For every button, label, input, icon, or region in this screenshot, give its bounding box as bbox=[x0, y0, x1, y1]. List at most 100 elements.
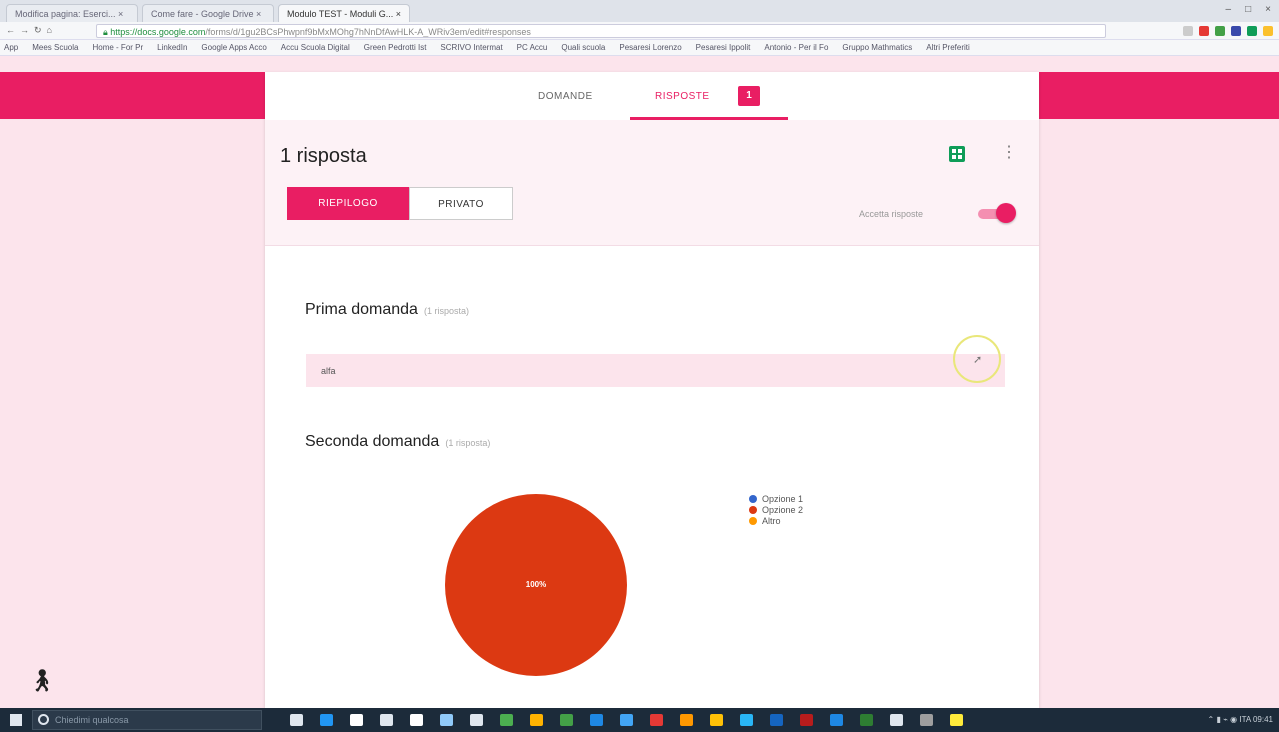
bookmark-item[interactable]: Mees Scuola bbox=[32, 43, 78, 52]
minimize-icon[interactable]: – bbox=[1226, 4, 1232, 15]
responses-header: 1 risposta ⋮ RIEPILOGO PRIVATO Accetta r… bbox=[265, 120, 1039, 246]
bookmark-item[interactable]: Quali scuola bbox=[561, 43, 605, 52]
form-card: DOMANDE RISPOSTE 1 1 risposta ⋮ RIEPILOG… bbox=[265, 72, 1039, 708]
accept-responses-label: Accetta risposte bbox=[859, 209, 924, 219]
extension-icon[interactable] bbox=[1247, 25, 1257, 36]
browser-tab-active[interactable]: Modulo TEST - Moduli G... × bbox=[278, 4, 410, 22]
browser-tab[interactable]: Come fare - Google Drive × bbox=[142, 4, 274, 22]
bookmark-item[interactable]: LinkedIn bbox=[157, 43, 187, 52]
individual-button[interactable]: PRIVATO bbox=[409, 187, 513, 220]
system-tray: ⌃ ▮ ⌁ ◉ ITA 09:41 bbox=[1207, 715, 1273, 724]
question-response-count: (1 risposta) bbox=[423, 306, 469, 316]
windows-start-icon[interactable] bbox=[10, 714, 22, 726]
bookmark-item[interactable]: Gruppo Mathmatics bbox=[842, 43, 912, 52]
legend-swatch bbox=[749, 506, 757, 514]
url-secure: https://docs.google.com bbox=[110, 27, 206, 37]
question-title-text: Prima domanda bbox=[305, 301, 418, 318]
responses-title: 1 risposta bbox=[280, 145, 367, 167]
reload-icon[interactable]: ↻ bbox=[34, 25, 47, 35]
taskbar-app-icon[interactable] bbox=[830, 714, 843, 726]
taskbar-search-input[interactable]: Chiedimi qualcosa bbox=[32, 710, 262, 730]
close-icon[interactable]: × bbox=[1265, 4, 1271, 15]
bookmark-item[interactable]: Green Pedrotti Ist bbox=[364, 43, 427, 52]
adblock-icon[interactable] bbox=[1199, 25, 1209, 36]
legend-item: Opzione 2 bbox=[749, 505, 803, 516]
home-icon[interactable]: ⌂ bbox=[47, 25, 57, 35]
taskbar-app-icon[interactable] bbox=[530, 714, 543, 726]
tab-responses[interactable]: RISPOSTE bbox=[655, 91, 710, 102]
summary-button[interactable]: RIEPILOGO bbox=[287, 187, 409, 220]
toggle-knob[interactable] bbox=[996, 203, 1016, 223]
question-title: Prima domanda (1 risposta) bbox=[305, 301, 469, 319]
browser-tab-strip: Modifica pagina: Eserci... × Come fare -… bbox=[0, 0, 1279, 22]
nav-buttons: ←→↻⌂ bbox=[6, 25, 57, 36]
extension-icons bbox=[1177, 25, 1273, 36]
taskbar-app-icon[interactable] bbox=[350, 714, 363, 726]
pie-chart: 100% bbox=[445, 494, 627, 676]
bookmark-item[interactable]: Accu Scuola Digital bbox=[281, 43, 350, 52]
bookmark-item[interactable]: Pesaresi Lorenzo bbox=[619, 43, 681, 52]
legend-label: Opzione 1 bbox=[762, 494, 804, 504]
bookmark-item[interactable]: Antonio - Per il Fo bbox=[764, 43, 828, 52]
question-response-count: (1 risposta) bbox=[445, 438, 491, 448]
url-path: /forms/d/1gu2BCsPhwpnf9bMxMOhg7hNnDfAwHL… bbox=[205, 27, 531, 37]
forward-icon[interactable]: → bbox=[20, 25, 34, 35]
legend-label: Altro bbox=[762, 516, 781, 526]
legend-label: Opzione 2 bbox=[762, 505, 804, 515]
legend-item: Altro bbox=[749, 516, 803, 527]
bookmark-item[interactable]: Pesaresi Ippolit bbox=[696, 43, 751, 52]
form-tabs: DOMANDE RISPOSTE 1 bbox=[265, 72, 1039, 120]
taskbar-app-icon[interactable] bbox=[290, 714, 303, 726]
maximize-icon[interactable]: □ bbox=[1245, 4, 1251, 15]
taskbar-app-icon[interactable] bbox=[620, 714, 633, 726]
taskbar-app-icon[interactable] bbox=[800, 714, 813, 726]
taskbar-app-icon[interactable] bbox=[320, 714, 333, 726]
legend-swatch bbox=[749, 517, 757, 525]
taskbar-app-icon[interactable] bbox=[860, 714, 873, 726]
chart-legend: Opzione 1 Opzione 2 Altro bbox=[749, 494, 803, 527]
taskbar-app-icon[interactable] bbox=[890, 714, 903, 726]
question-title-text: Seconda domanda bbox=[305, 433, 440, 450]
os-taskbar: Chiedimi qualcosa ⌃ ▮ ⌁ ◉ ITA 09:41 bbox=[0, 708, 1279, 732]
url-field[interactable]: 🔒︎ https://docs.google.com/forms/d/1gu2B… bbox=[96, 24, 1106, 38]
address-bar-row: ←→↻⌂ 🔒︎ https://docs.google.com/forms/d/… bbox=[0, 22, 1279, 40]
taskbar-app-icon[interactable] bbox=[500, 714, 513, 726]
pie-slice-label: 100% bbox=[525, 580, 547, 589]
taskbar-app-icon[interactable] bbox=[740, 714, 753, 726]
legend-item: Opzione 1 bbox=[749, 494, 803, 505]
extension-icon[interactable] bbox=[1215, 25, 1225, 36]
extension-icon[interactable] bbox=[1263, 25, 1273, 36]
taskbar-app-icon[interactable] bbox=[770, 714, 783, 726]
taskbar-app-icon[interactable] bbox=[950, 714, 963, 726]
bookmark-item[interactable]: PC Accu bbox=[517, 43, 548, 52]
tab-questions[interactable]: DOMANDE bbox=[538, 91, 593, 102]
legend-swatch bbox=[749, 495, 757, 503]
taskbar-app-icon[interactable] bbox=[440, 714, 453, 726]
taskbar-app-icon[interactable] bbox=[920, 714, 933, 726]
bookmark-item[interactable]: SCRIVO Intermat bbox=[440, 43, 502, 52]
taskbar-app-icon[interactable] bbox=[560, 714, 573, 726]
taskbar-app-icon[interactable] bbox=[710, 714, 723, 726]
search-ext-icon[interactable] bbox=[1183, 25, 1193, 36]
browser-tab[interactable]: Modifica pagina: Eserci... × bbox=[6, 4, 138, 22]
extension-icon[interactable] bbox=[1231, 25, 1241, 36]
taskbar-app-icon[interactable] bbox=[380, 714, 393, 726]
bookmark-item[interactable]: App bbox=[4, 43, 18, 52]
bookmark-item[interactable]: Home - For Pr bbox=[92, 43, 143, 52]
taskbar-app-icon[interactable] bbox=[470, 714, 483, 726]
answer-item: alfa bbox=[306, 354, 1005, 387]
taskbar-app-icon[interactable] bbox=[650, 714, 663, 726]
spreadsheet-icon[interactable] bbox=[949, 146, 965, 162]
walking-figure-icon: 🚶︎ bbox=[28, 668, 56, 693]
back-icon[interactable]: ← bbox=[6, 25, 20, 35]
taskbar-app-icon[interactable] bbox=[680, 714, 693, 726]
bookmark-item[interactable]: Google Apps Acco bbox=[201, 43, 266, 52]
taskbar-app-icon[interactable] bbox=[410, 714, 423, 726]
cortana-icon bbox=[38, 714, 49, 725]
question-title: Seconda domanda (1 risposta) bbox=[305, 433, 490, 451]
responses-count-badge: 1 bbox=[738, 86, 760, 106]
window-controls: – □ × bbox=[1212, 4, 1271, 15]
more-vert-icon[interactable]: ⋮ bbox=[1001, 145, 1017, 161]
bookmark-item[interactable]: Altri Preferiti bbox=[926, 43, 970, 52]
taskbar-app-icon[interactable] bbox=[590, 714, 603, 726]
